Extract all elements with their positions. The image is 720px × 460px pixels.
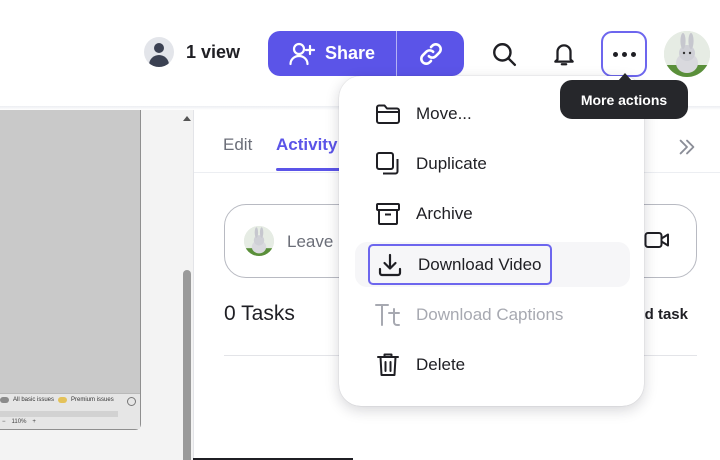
legend-premium-label: Premium issues — [71, 397, 114, 403]
tasks-title: 0 Tasks — [224, 302, 295, 325]
viewers-count: 1 view — [186, 41, 241, 62]
record-video-button[interactable] — [644, 230, 670, 255]
legend-premium-swatch — [58, 397, 68, 403]
help-icon[interactable] — [127, 397, 136, 406]
trash-icon — [377, 353, 399, 376]
legend-basic-swatch — [0, 397, 9, 403]
legend-basic-label: All basic issues — [13, 397, 55, 403]
menu-item-download-captions-label: Download Captions — [416, 305, 564, 324]
folder-icon — [376, 104, 400, 124]
viewer-avatar-icon — [144, 37, 174, 67]
double-chevron-right-icon — [679, 139, 695, 155]
archive-icon — [376, 203, 400, 225]
collapse-panel-button[interactable] — [676, 136, 698, 163]
zoom-out-icon[interactable]: − — [2, 419, 6, 425]
search-icon — [493, 43, 517, 67]
panel-divider — [193, 110, 194, 460]
bell-icon — [554, 44, 574, 66]
scroll-up-icon[interactable] — [183, 116, 191, 121]
more-horizontal-icon — [612, 51, 636, 57]
issues-legend: All basic issues Premium issues — [0, 397, 114, 403]
document-preview[interactable]: All basic issues Premium issues − 110% + — [0, 110, 141, 430]
text-icon — [375, 304, 400, 326]
download-icon — [378, 253, 402, 276]
search-button[interactable] — [482, 32, 526, 76]
duplicate-icon — [376, 152, 399, 175]
more-actions-button[interactable] — [601, 31, 647, 77]
viewers-indicator[interactable]: 1 view — [144, 37, 240, 67]
tooltip-label: More actions — [580, 91, 668, 108]
share-button[interactable]: Share — [268, 31, 397, 76]
document-footer: All basic issues Premium issues − 110% + — [0, 393, 140, 429]
menu-item-download-video-label: Download Video — [418, 254, 542, 274]
menu-item-archive-label: Archive — [416, 204, 473, 223]
zoom-in-icon[interactable]: + — [32, 419, 36, 425]
person-add-icon — [289, 42, 315, 65]
tab-activity[interactable]: Activity — [276, 135, 337, 155]
comment-avatar — [244, 226, 274, 256]
share-button-group: Share — [268, 31, 464, 76]
menu-item-move-label: Move... — [416, 104, 472, 123]
comment-placeholder: Leave — [287, 232, 334, 251]
menu-item-archive[interactable]: Archive — [374, 194, 473, 234]
copy-link-button[interactable] — [397, 31, 464, 76]
menu-item-download-video[interactable]: Download Video — [368, 244, 552, 285]
share-label: Share — [324, 43, 376, 63]
menu-item-duplicate-label: Duplicate — [416, 154, 487, 173]
user-avatar[interactable] — [664, 31, 710, 77]
menu-item-download-captions: Download Captions — [374, 295, 563, 335]
menu-item-move[interactable]: Move... — [374, 94, 472, 134]
menu-item-duplicate[interactable]: Duplicate — [374, 144, 487, 184]
active-tab-indicator — [276, 168, 346, 171]
page-scrollbar-thumb[interactable] — [183, 270, 191, 460]
zoom-level: 110% — [11, 419, 27, 425]
more-actions-tooltip: More actions — [560, 80, 688, 119]
notifications-button[interactable] — [542, 32, 586, 76]
tab-edit[interactable]: Edit — [223, 135, 252, 155]
video-camera-icon — [644, 232, 669, 248]
more-actions-menu: Move... Duplicate Archive Download Video… — [339, 76, 644, 406]
menu-item-delete[interactable]: Delete — [374, 345, 465, 385]
menu-item-delete-label: Delete — [416, 355, 466, 374]
link-icon — [419, 42, 442, 65]
zoom-controls[interactable]: − 110% + — [0, 417, 140, 427]
